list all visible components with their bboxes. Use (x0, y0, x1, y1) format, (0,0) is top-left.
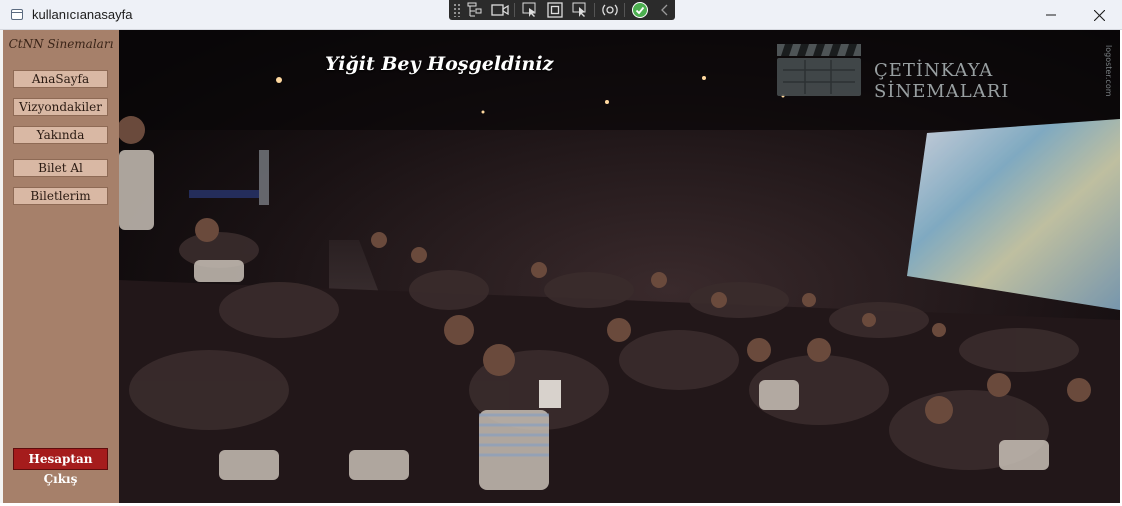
toolbar-separator (594, 3, 596, 17)
logo-watermark: logoster.com (1104, 45, 1113, 97)
live-visual-tree-button[interactable] (465, 1, 486, 19)
toolbar-separator (514, 3, 516, 17)
bilet-al-button[interactable]: Bilet Al (13, 159, 108, 177)
drag-grip-icon[interactable] (453, 3, 461, 17)
window-title: kullanıcıanasayfa (32, 7, 133, 22)
brand-logo-text: ÇETİNKAYA SİNEMALARI (874, 60, 1010, 102)
maximize-button[interactable] (1028, 0, 1074, 30)
camera-button[interactable] (490, 1, 511, 19)
track-focus-icon (572, 2, 586, 17)
debug-toolbar (449, 0, 675, 20)
app-window-icon (11, 9, 23, 20)
collapse-toolbar-button[interactable] (654, 1, 675, 19)
camera-icon (491, 4, 509, 16)
close-button[interactable] (1076, 0, 1122, 30)
track-focus-button[interactable] (569, 1, 590, 19)
welcome-message: Yiğit Bey Hoşgeldiniz (325, 53, 554, 75)
live-visual-tree-icon (467, 2, 482, 17)
toolbar-separator (624, 3, 626, 17)
clapperboard-icon (777, 44, 861, 96)
display-layout-adorners-button[interactable] (544, 1, 565, 19)
vizyondakiler-button[interactable]: Vizyondakiler (13, 98, 108, 116)
brand-label: CtNN Sinemaları (8, 37, 114, 51)
logout-button[interactable]: Hesaptan Çıkış (13, 448, 108, 486)
sidebar: CtNN Sinemaları AnaSayfa Vizyondakiler Y… (3, 30, 119, 503)
close-icon (1093, 9, 1105, 21)
biletlerim-button[interactable]: Biletlerim (13, 187, 108, 205)
select-element-icon (522, 2, 536, 17)
hot-reload-icon (601, 4, 618, 16)
check-icon (631, 2, 648, 18)
yakinda-button[interactable]: Yakında (13, 126, 108, 144)
collapse-icon (660, 4, 667, 16)
hot-reload-button[interactable] (599, 1, 620, 19)
display-layout-adorners-icon (547, 2, 563, 18)
main-content: Yiğit Bey Hoşgeldiniz ÇETİNKAYA SİNEMALA… (119, 30, 1120, 503)
select-element-button[interactable] (519, 1, 540, 19)
anasayfa-button[interactable]: AnaSayfa (13, 70, 108, 88)
status-check-button[interactable] (629, 1, 650, 19)
